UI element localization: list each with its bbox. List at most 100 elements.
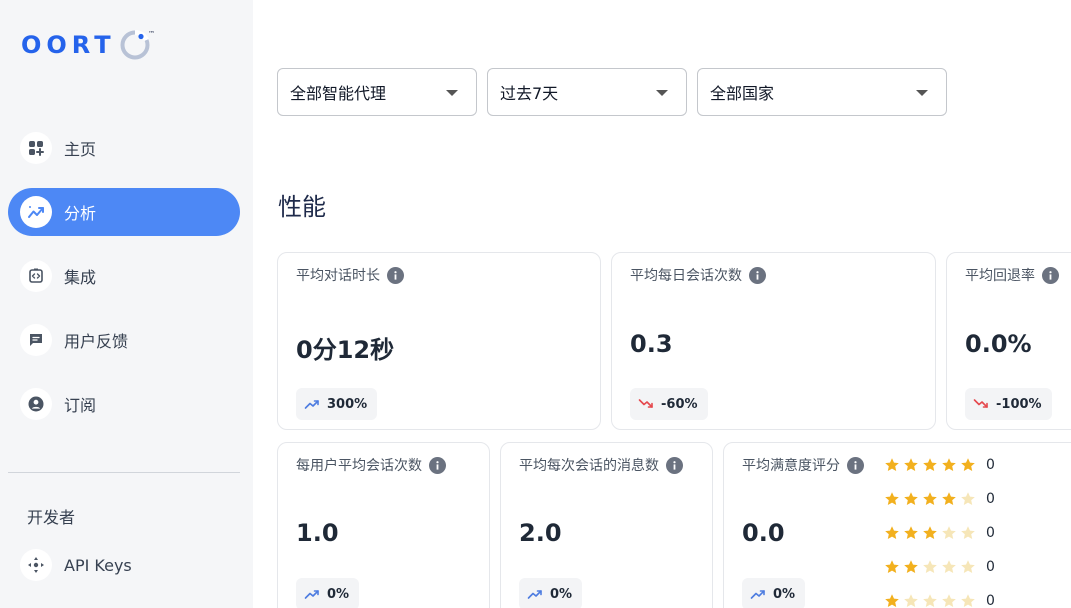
rating-count: 0 [986, 593, 995, 608]
trend-value: 0% [773, 586, 796, 602]
trend-up-icon [304, 396, 320, 412]
info-icon[interactable] [666, 456, 683, 474]
trend-badge: 300% [296, 388, 378, 420]
sidebar-item-subscription[interactable]: 订阅 [8, 380, 240, 428]
trend-badge: 0% [742, 578, 806, 608]
period-filter-select[interactable]: 过去7天 [487, 68, 687, 116]
star-filled-icon [942, 492, 956, 505]
star-filled-icon [885, 492, 899, 505]
rating-count: 0 [986, 457, 995, 473]
star-empty-icon [961, 526, 975, 539]
star-empty-icon [942, 560, 956, 573]
sidebar-item-label: 主页 [64, 140, 97, 159]
trend-value: 0% [550, 586, 573, 602]
star-filled-icon [885, 594, 899, 607]
rating-row-4-stars: 0 [884, 491, 995, 507]
rating-count: 0 [986, 525, 995, 541]
country-filter-select[interactable]: 全部国家 [697, 68, 947, 116]
info-icon[interactable] [749, 266, 766, 284]
page-title: 性能 [278, 193, 326, 221]
trend-badge: 0% [519, 578, 583, 608]
star-filled-icon [885, 560, 899, 573]
card-title: 平均每次会话的消息数 [519, 458, 659, 474]
feedback-chat-icon [20, 324, 52, 356]
star-filled-icon [885, 458, 899, 471]
sidebar-item-label: 订阅 [64, 396, 97, 415]
star-empty-icon [923, 560, 937, 573]
sidebar-item-home[interactable]: 主页 [8, 124, 240, 172]
card-title: 平均每日会话次数 [630, 268, 742, 284]
sidebar-item-api-keys[interactable]: API Keys [8, 541, 240, 589]
trend-down-icon [638, 396, 654, 412]
trend-badge: -100% [965, 388, 1052, 420]
star-empty-icon [961, 560, 975, 573]
star-group [884, 491, 979, 507]
star-filled-icon [904, 560, 918, 573]
star-group [884, 525, 979, 541]
sidebar-item-label: 分析 [64, 204, 97, 223]
metric-card-avg-conversation-duration: 平均对话时长 0分12秒 300% [277, 252, 601, 430]
metric-card-avg-sessions-per-user: 每用户平均会话次数 1.0 0% [277, 442, 490, 608]
trend-value: -100% [996, 396, 1042, 412]
star-filled-icon [923, 492, 937, 505]
metric-card-avg-messages-per-session: 平均每次会话的消息数 2.0 0% [500, 442, 713, 608]
trend-badge: -60% [630, 388, 708, 420]
star-filled-icon [961, 458, 975, 471]
info-icon[interactable] [429, 456, 446, 474]
trend-up-icon [750, 586, 766, 602]
analytics-trend-icon [20, 196, 52, 228]
rating-count: 0 [986, 559, 995, 575]
star-filled-icon [904, 492, 918, 505]
rating-row-2-stars: 0 [884, 559, 995, 575]
agent-filter-select[interactable]: 全部智能代理 [277, 68, 477, 116]
metric-value: 0.0 [742, 519, 785, 547]
sidebar-item-label: 集成 [64, 268, 97, 287]
star-empty-icon [961, 492, 975, 505]
rating-row-1-stars: 0 [884, 593, 995, 608]
star-filled-icon [923, 458, 937, 471]
star-filled-icon [923, 526, 937, 539]
rating-row-3-stars: 0 [884, 525, 995, 541]
trend-badge: 0% [296, 578, 360, 608]
metric-value: 1.0 [296, 519, 339, 547]
trend-value: 0% [327, 586, 350, 602]
star-empty-icon [923, 594, 937, 607]
trend-value: 300% [327, 396, 368, 412]
home-grid-icon [20, 132, 52, 164]
info-icon[interactable] [1042, 266, 1059, 284]
agent-filter-value: 全部智能代理 [290, 84, 387, 103]
metric-card-avg-daily-sessions: 平均每日会话次数 0.3 -60% [611, 252, 936, 430]
integration-code-icon [20, 260, 52, 292]
star-group [884, 457, 979, 473]
info-icon[interactable] [847, 456, 864, 474]
star-empty-icon [942, 594, 956, 607]
chevron-down-icon [656, 90, 668, 96]
chevron-down-icon [916, 90, 928, 96]
trend-up-icon [527, 586, 543, 602]
sidebar-divider [8, 472, 240, 473]
rating-row-5-stars: 0 [884, 457, 995, 473]
logo-text: OORT [21, 31, 116, 59]
metric-value: 2.0 [519, 519, 562, 547]
developer-section-label: 开发者 [27, 508, 76, 527]
card-title: 每用户平均会话次数 [296, 458, 422, 474]
logo-trademark: ™ [148, 30, 155, 38]
info-icon[interactable] [387, 266, 404, 284]
sidebar-item-integration[interactable]: 集成 [8, 252, 240, 300]
oort-logo[interactable]: OORT ™ [21, 27, 159, 63]
rating-count: 0 [986, 491, 995, 507]
star-filled-icon [904, 458, 918, 471]
sidebar-item-label: 用户反馈 [64, 332, 129, 351]
period-filter-value: 过去7天 [500, 84, 559, 103]
star-empty-icon [942, 526, 956, 539]
trend-value: -60% [661, 396, 698, 412]
logo-ring-icon: ™ [120, 29, 155, 60]
star-filled-icon [942, 458, 956, 471]
metric-card-avg-satisfaction-rating: 平均满意度评分 0.0 0% 0 0 0 0 0 [723, 442, 1071, 608]
sidebar-item-label: API Keys [64, 555, 132, 575]
sidebar-item-feedback[interactable]: 用户反馈 [8, 316, 240, 364]
card-title: 平均回退率 [965, 268, 1035, 284]
subscription-user-icon [20, 388, 52, 420]
sidebar-item-analytics[interactable]: 分析 [8, 188, 240, 236]
sidebar: OORT ™ 主页 分析 集成 用户反馈 订阅 开发者 API Keys [0, 0, 253, 608]
